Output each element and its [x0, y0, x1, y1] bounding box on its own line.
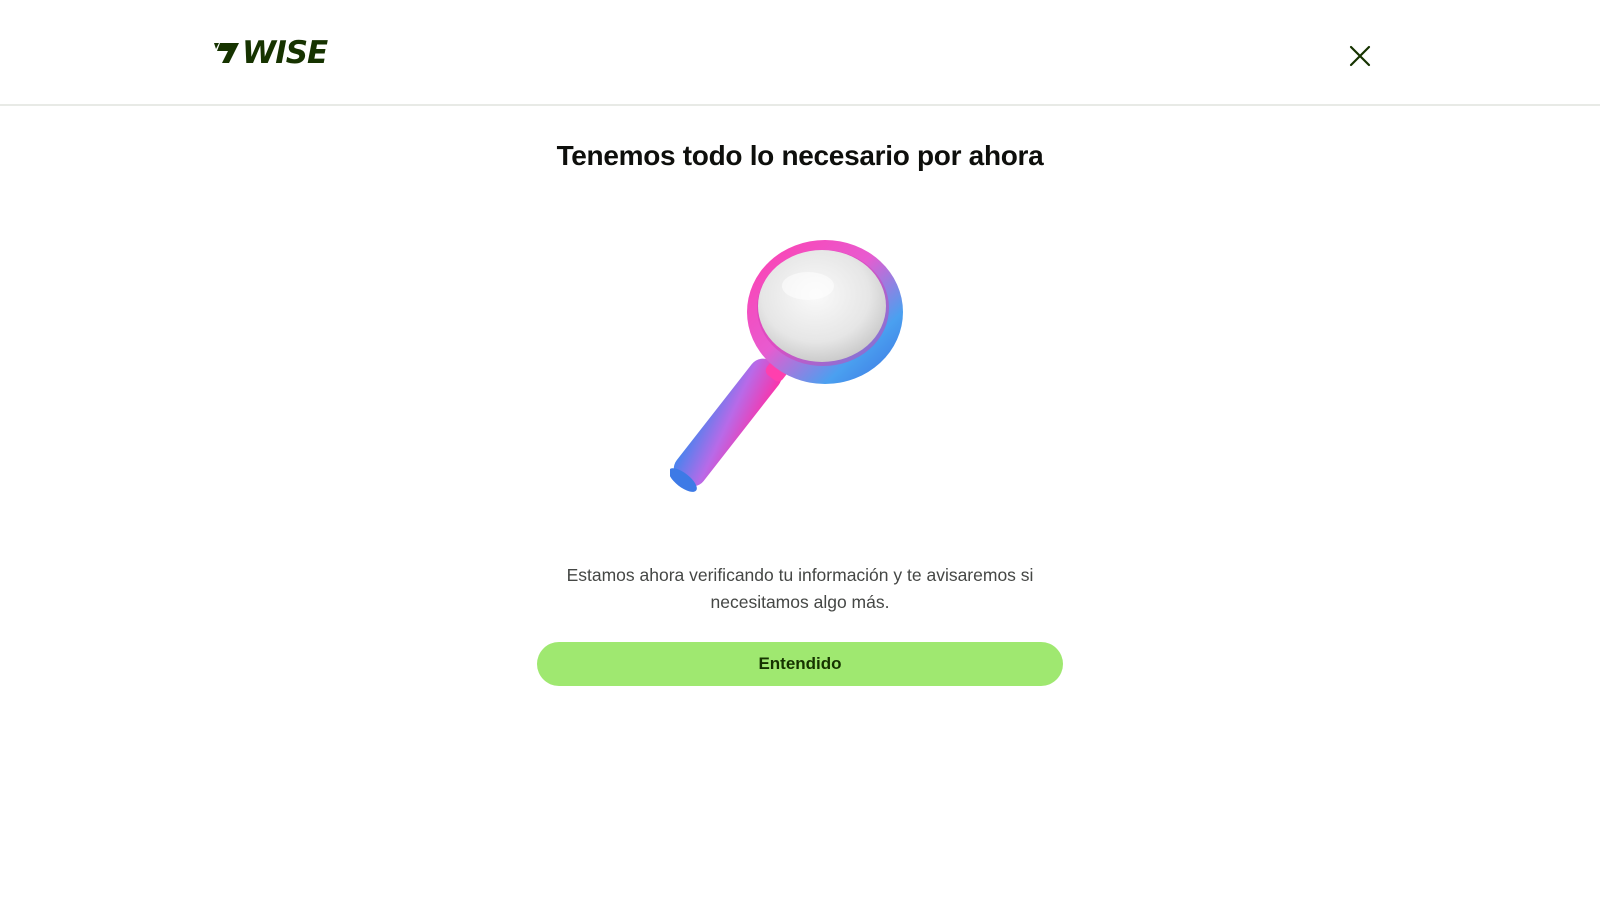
magnifying-glass-icon: [670, 240, 903, 492]
close-icon: [1349, 45, 1371, 67]
close-button[interactable]: [1340, 36, 1380, 76]
logo-text: WISE: [242, 35, 328, 71]
top-bar: WISE: [0, 0, 1600, 106]
status-message: Estamos ahora verificando tu información…: [566, 565, 1034, 612]
wise-logo[interactable]: WISE: [214, 35, 328, 71]
page-title: Tenemos todo lo necesario por ahora: [556, 140, 1044, 171]
got-it-button[interactable]: Entendido: [537, 642, 1063, 686]
wise-flag-icon: [214, 43, 239, 63]
